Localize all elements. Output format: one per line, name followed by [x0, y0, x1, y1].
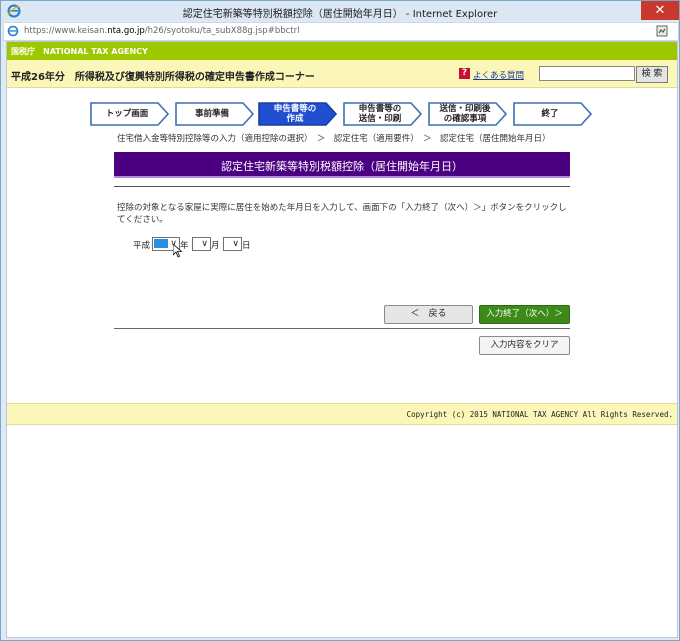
step-label: 申告書等の 作成 [273, 104, 317, 124]
footer-bar: Copyright (c) 2015 NATIONAL TAX AGENCY A… [7, 403, 677, 425]
url-prefix: https://www.keisan. [24, 26, 108, 36]
clear-input-button[interactable]: 入力内容をクリア [479, 336, 570, 355]
page-tools-icon[interactable] [656, 25, 668, 37]
agency-name: 国税庁 NATIONAL TAX AGENCY [11, 47, 148, 56]
title-bar: 認定住宅新築等特別税額控除（居住開始年月日） - Internet Explor… [1, 1, 679, 21]
question-icon: ? [459, 68, 470, 79]
day-select[interactable]: ∨ [223, 237, 242, 251]
corner-title: 平成26年分 所得税及び復興特別所得税の確定申告書作成コーナー [11, 72, 315, 83]
search-button[interactable]: 検 索 [636, 66, 668, 83]
step-label: トップ画面 [105, 109, 149, 119]
instruction-text: 控除の対象となる家屋に実際に居住を始めた年月日を入力して、画面下の「入力終了（次… [117, 203, 567, 225]
url-path: /h26/syotoku/ta_subX88g.jsp#bbctrl [144, 26, 300, 36]
agency-bar: 国税庁 NATIONAL TAX AGENCY [7, 42, 677, 60]
window-title: 認定住宅新築等特別税額控除（居住開始年月日） - Internet Explor… [182, 9, 498, 20]
search-input[interactable] [539, 66, 635, 81]
day-label: 日 [242, 241, 251, 251]
month-select[interactable]: ∨ [192, 237, 211, 251]
chevron-down-icon: ∨ [201, 239, 208, 249]
divider [114, 186, 570, 187]
next-button[interactable]: 入力終了（次へ）＞ [479, 305, 570, 324]
mouse-cursor-icon [173, 244, 183, 258]
step-label: 送信・印刷後 の確認事項 [439, 104, 491, 124]
step-label: 事前準備 [194, 109, 229, 119]
corner-header: 平成26年分 所得税及び復興特別所得税の確定申告書作成コーナー ? よくある質問… [7, 60, 677, 88]
era-label: 平成 [133, 241, 151, 251]
url-text[interactable]: https://www.keisan.nta.go.jp/h26/syotoku… [24, 26, 299, 36]
chevron-down-icon: ∨ [232, 239, 239, 249]
page-favicon-icon [7, 25, 19, 37]
faq-link[interactable]: よくある質問 [473, 69, 524, 81]
address-bar[interactable]: https://www.keisan.nta.go.jp/h26/syotoku… [3, 22, 679, 41]
step-label: 申告書等の 送信・印刷 [358, 104, 402, 124]
page-content: 国税庁 NATIONAL TAX AGENCY 平成26年分 所得税及び復興特別… [6, 41, 678, 638]
copyright-text: Copyright (c) 2015 NATIONAL TAX AGENCY A… [406, 410, 673, 419]
back-button[interactable]: ＜ 戻る [384, 305, 473, 324]
browser-window: 認定住宅新築等特別税額控除（居住開始年月日） - Internet Explor… [0, 0, 680, 641]
step-label: 終了 [541, 109, 559, 119]
month-label: 月 [211, 241, 220, 251]
section-title: 認定住宅新築等特別税額控除（居住開始年月日） [221, 160, 463, 173]
divider [114, 328, 570, 329]
breadcrumb: 住宅借入金等特別控除等の入力（適用控除の選択） ＞ 認定住宅（適用要件） ＞ 認… [117, 134, 551, 144]
url-domain: nta.go.jp [107, 26, 145, 36]
section-header: 認定住宅新築等特別税額控除（居住開始年月日） [114, 152, 570, 178]
close-button[interactable]: ✕ [641, 1, 679, 20]
year-select-highlight [154, 239, 168, 248]
